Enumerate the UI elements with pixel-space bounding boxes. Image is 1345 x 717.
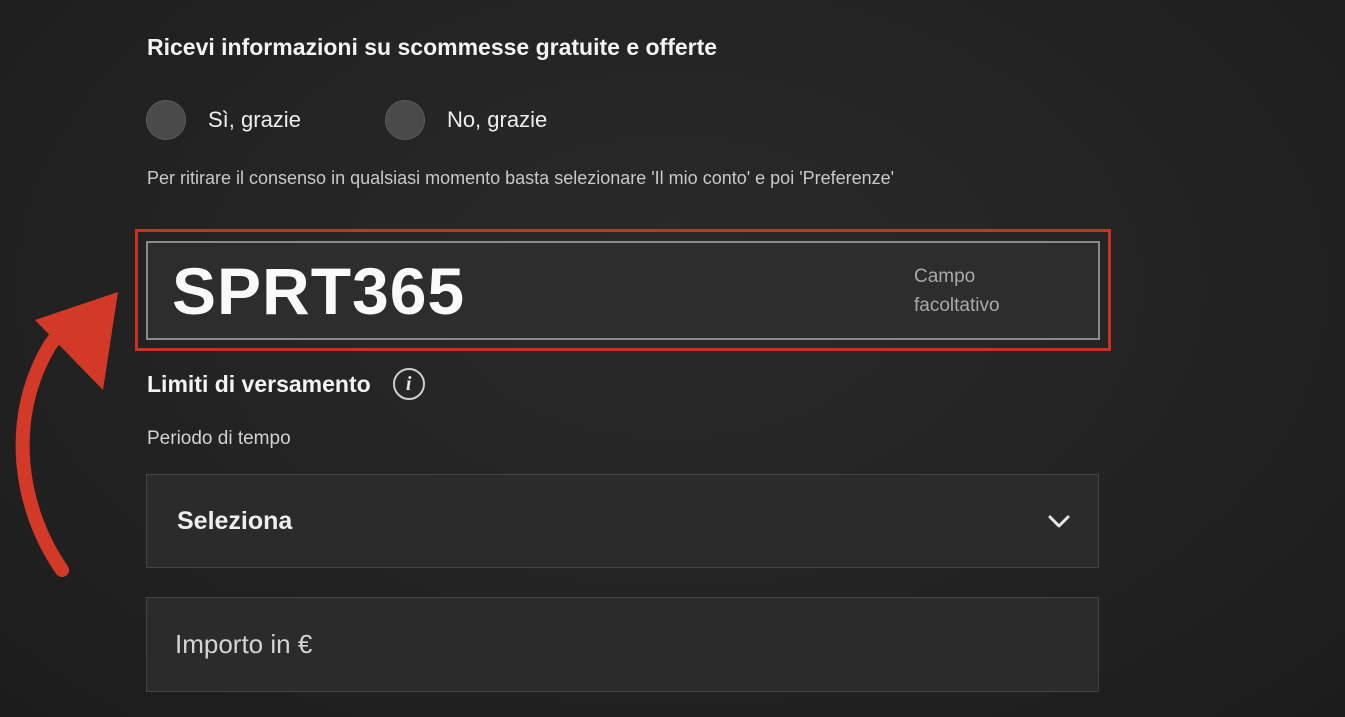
arrow-pointer-icon <box>15 292 118 577</box>
deposit-limits-header: Limiti di versamento i <box>147 368 425 400</box>
amount-input[interactable]: Importo in € <box>146 597 1099 692</box>
chevron-down-icon <box>1048 515 1070 528</box>
radio-yes-button[interactable] <box>146 100 186 140</box>
offers-radio-group: Sì, grazie No, grazie <box>146 100 631 140</box>
radio-yes-label: Sì, grazie <box>208 107 301 132</box>
deposit-limits-title: Limiti di versamento <box>147 370 371 397</box>
radio-yes-option[interactable]: Sì, grazie <box>146 100 301 140</box>
offers-heading: Ricevi informazioni su scommesse gratuit… <box>147 34 718 60</box>
radio-no-button[interactable] <box>384 100 425 140</box>
registration-form: Ricevi informazioni su scommesse gratuit… <box>0 0 1345 717</box>
promo-code-field[interactable]: SPRT365 Campo facoltativo <box>146 241 1100 340</box>
amount-placeholder: Importo in € <box>175 629 313 659</box>
radio-no-option[interactable]: No, grazie <box>384 100 548 140</box>
radio-no-label: No, grazie <box>446 107 548 132</box>
consent-note: Per ritirare il consenso in qualsiasi mo… <box>147 168 895 188</box>
info-icon[interactable]: i <box>392 368 425 400</box>
period-label: Periodo di tempo <box>147 428 291 449</box>
optional-field-note: Campo facoltativo <box>914 265 1000 316</box>
promo-code-value[interactable]: SPRT365 <box>172 253 465 329</box>
period-select[interactable]: Seleziona <box>146 474 1099 568</box>
period-select-value: Seleziona <box>177 506 293 535</box>
